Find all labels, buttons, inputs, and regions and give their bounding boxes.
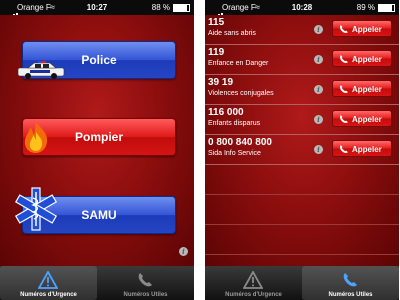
info-icon[interactable]: i (314, 55, 323, 64)
contact-label: Enfants disparus (208, 120, 261, 127)
contact-number: 116 000 (208, 107, 244, 118)
warning-triangle-icon (243, 271, 263, 289)
phone-screen-useful-numbers: Orange F ≈ 10:28 89 % 115 Aide sans abri… (205, 0, 399, 300)
info-icon[interactable]: i (314, 85, 323, 94)
fire-icon (24, 122, 48, 153)
list-item: 119 Enfance en Danger i Appeler (205, 45, 399, 75)
contact-label: Sida Info Service (208, 150, 261, 157)
tab-numeros-utiles[interactable]: Numéros Utiles (302, 266, 399, 300)
status-bar: Orange F ≈ 10:27 88 % (0, 0, 194, 19)
phone-icon (340, 85, 348, 93)
emergency-screen: Police Pompier SAMU i (0, 15, 194, 266)
call-button[interactable]: Appeler (332, 20, 392, 37)
phone-screen-emergency: Orange F ≈ 10:27 88 % Police Pompier SAM… (0, 0, 194, 300)
police-button-label: Police (81, 53, 117, 67)
phone-icon (340, 145, 348, 153)
empty-row (205, 225, 399, 255)
info-icon[interactable]: i (314, 25, 323, 34)
contact-list: 115 Aide sans abris i Appeler 119 Enfanc… (205, 15, 399, 255)
call-button-label: Appeler (352, 55, 382, 64)
contact-number: 115 (208, 17, 225, 28)
phone-icon (340, 55, 348, 63)
list-item: 115 Aide sans abris i Appeler (205, 15, 399, 45)
contact-label: Violences conjugales (208, 90, 274, 97)
call-button[interactable]: Appeler (332, 140, 392, 157)
call-button[interactable]: Appeler (332, 80, 392, 97)
battery-icon (173, 4, 190, 12)
call-button-label: Appeler (352, 25, 382, 34)
tab-label: Numéros Utiles (123, 292, 168, 298)
contact-number: 0 800 840 800 (208, 137, 272, 148)
info-icon[interactable]: i (314, 115, 323, 124)
contact-number: 39 19 (208, 77, 234, 88)
phone-icon (138, 273, 152, 287)
tab-label: Numéros d'Urgence (225, 292, 282, 298)
list-item: 116 000 Enfants disparus i Appeler (205, 105, 399, 135)
tab-numeros-urgence[interactable]: Numéros d'Urgence (205, 266, 302, 300)
pompier-button-label: Pompier (74, 130, 123, 144)
contact-number: 119 (208, 47, 225, 58)
call-button[interactable]: Appeler (332, 110, 392, 127)
phone-icon (340, 115, 348, 123)
list-item: 0 800 840 800 Sida Info Service i Appele… (205, 135, 399, 165)
phone-icon (343, 273, 357, 287)
warning-triangle-icon (38, 271, 58, 289)
list-item: 39 19 Violences conjugales i Appeler (205, 75, 399, 105)
tab-numeros-utiles[interactable]: Numéros Utiles (97, 266, 194, 300)
samu-button-label: SAMU (81, 208, 117, 222)
call-button-label: Appeler (352, 145, 382, 154)
call-button-label: Appeler (352, 115, 382, 124)
battery-icon (378, 4, 395, 12)
battery-percent: 89 % (356, 3, 375, 12)
contact-label: Aide sans abris (208, 30, 256, 37)
tab-label: Numéros d'Urgence (20, 292, 77, 298)
phone-icon (340, 25, 348, 33)
status-bar: Orange F ≈ 10:28 89 % (205, 0, 399, 19)
info-icon[interactable]: i (179, 247, 188, 256)
info-icon[interactable]: i (314, 145, 323, 154)
battery-percent: 88 % (151, 3, 170, 12)
call-button-label: Appeler (352, 85, 382, 94)
empty-row (205, 195, 399, 225)
call-button[interactable]: Appeler (332, 50, 392, 67)
contact-label: Enfance en Danger (208, 60, 269, 67)
tab-label: Numéros Utiles (328, 292, 373, 298)
tab-numeros-urgence[interactable]: Numéros d'Urgence (0, 266, 97, 300)
tab-bar: Numéros d'Urgence Numéros Utiles (205, 266, 399, 300)
tab-bar: Numéros d'Urgence Numéros Utiles (0, 266, 194, 300)
star-of-life-icon (14, 187, 58, 231)
empty-row (205, 165, 399, 195)
police-car-icon (17, 61, 65, 79)
